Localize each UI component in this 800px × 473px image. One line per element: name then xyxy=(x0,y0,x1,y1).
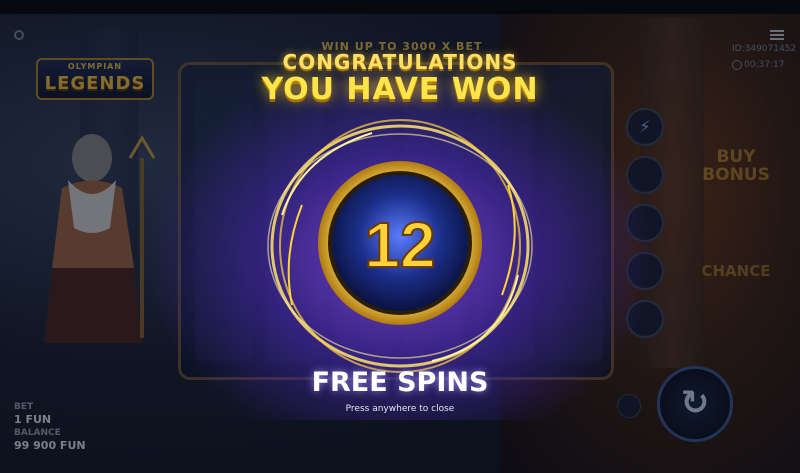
free-spins-label: FREE SPINS xyxy=(311,367,489,398)
game-stage[interactable]: OLYMPIAN LEGENDS ⚡ BUY BONUS CHANCE ID:3… xyxy=(0,0,800,473)
spins-count: 12 xyxy=(364,209,435,281)
you-have-won-title: YOU HAVE WON xyxy=(261,72,539,107)
congratulations-title: CONGRATULATIONS xyxy=(282,50,518,74)
spins-orb: 12 xyxy=(267,119,533,373)
close-hint: Press anywhere to close xyxy=(345,404,455,414)
